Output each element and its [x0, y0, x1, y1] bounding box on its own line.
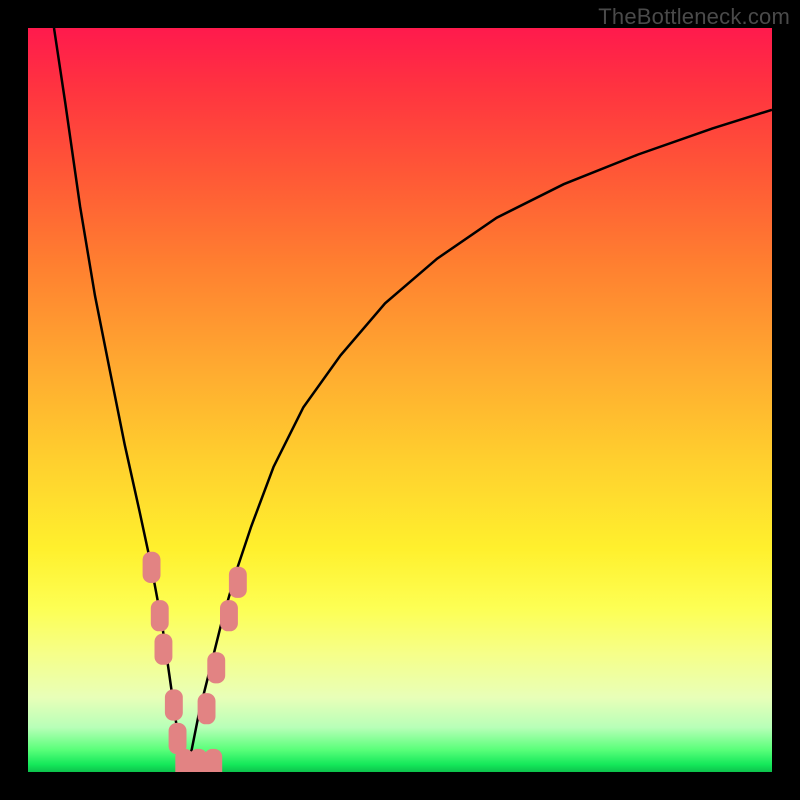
data-marker [207, 652, 225, 683]
data-marker [165, 689, 183, 720]
watermark-text: TheBottleneck.com [598, 4, 790, 30]
data-marker [204, 749, 222, 772]
data-marker [220, 600, 238, 631]
plot-area [28, 28, 772, 772]
data-marker [229, 567, 247, 598]
data-marker [155, 634, 173, 665]
data-marker [143, 552, 161, 583]
data-marker [151, 600, 169, 631]
chart-svg [28, 28, 772, 772]
data-marker [198, 693, 216, 724]
chart-frame: TheBottleneck.com [0, 0, 800, 800]
